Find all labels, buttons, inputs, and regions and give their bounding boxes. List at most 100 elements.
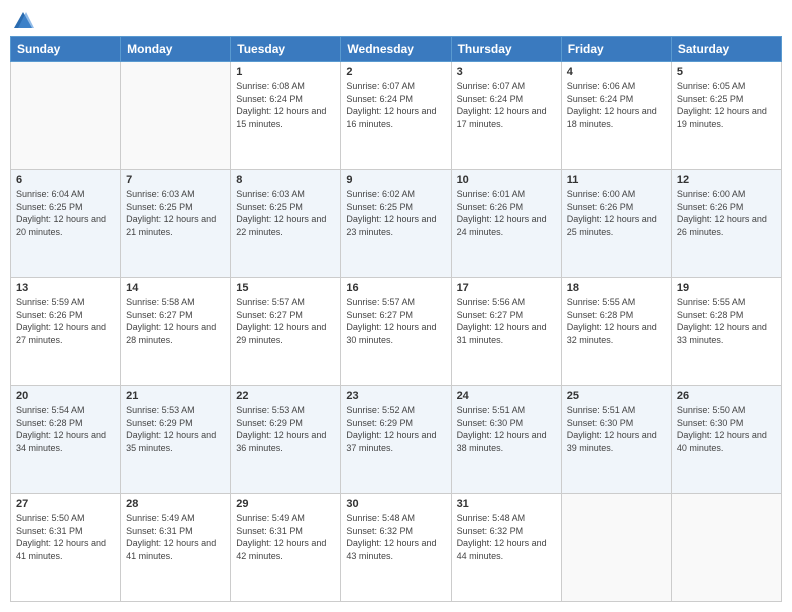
day-number: 9 bbox=[346, 174, 445, 186]
weekday-saturday: Saturday bbox=[671, 37, 781, 62]
day-info: Sunrise: 5:58 AM Sunset: 6:27 PM Dayligh… bbox=[126, 296, 225, 346]
day-number: 26 bbox=[677, 390, 776, 402]
calendar-cell: 8 Sunrise: 6:03 AM Sunset: 6:25 PM Daylig… bbox=[231, 170, 341, 278]
calendar-cell: 31 Sunrise: 5:48 AM Sunset: 6:32 PM Dayli… bbox=[451, 494, 561, 602]
weekday-header-row: SundayMondayTuesdayWednesdayThursdayFrid… bbox=[11, 37, 782, 62]
calendar-cell: 11 Sunrise: 6:00 AM Sunset: 6:26 PM Dayli… bbox=[561, 170, 671, 278]
day-number: 22 bbox=[236, 390, 335, 402]
day-number: 23 bbox=[346, 390, 445, 402]
weekday-thursday: Thursday bbox=[451, 37, 561, 62]
calendar-cell: 12 Sunrise: 6:00 AM Sunset: 6:26 PM Dayli… bbox=[671, 170, 781, 278]
day-number: 15 bbox=[236, 282, 335, 294]
calendar-cell: 18 Sunrise: 5:55 AM Sunset: 6:28 PM Dayli… bbox=[561, 278, 671, 386]
day-number: 21 bbox=[126, 390, 225, 402]
day-number: 31 bbox=[457, 498, 556, 510]
calendar-cell: 15Sunrise: 5:57 AM Sunset: 6:27 PM Dayli… bbox=[231, 278, 341, 386]
day-info: Sunrise: 6:03 AM Sunset: 6:25 PM Dayligh… bbox=[236, 188, 335, 238]
weekday-sunday: Sunday bbox=[11, 37, 121, 62]
calendar-cell: 17 Sunrise: 5:56 AM Sunset: 6:27 PM Dayli… bbox=[451, 278, 561, 386]
day-info: Sunrise: 6:08 AM Sunset: 6:24 PM Dayligh… bbox=[236, 80, 335, 130]
day-info: Sunrise: 5:52 AM Sunset: 6:29 PM Dayligh… bbox=[346, 404, 445, 454]
day-number: 10 bbox=[457, 174, 556, 186]
day-info: Sunrise: 6:00 AM Sunset: 6:26 PM Dayligh… bbox=[677, 188, 776, 238]
calendar-cell bbox=[11, 62, 121, 170]
calendar-cell: 20 Sunrise: 5:54 AM Sunset: 6:28 PM Dayli… bbox=[11, 386, 121, 494]
day-info: Sunrise: 5:48 AM Sunset: 6:32 PM Dayligh… bbox=[346, 512, 445, 562]
calendar-cell: 26 Sunrise: 5:50 AM Sunset: 6:30 PM Dayli… bbox=[671, 386, 781, 494]
day-number: 17 bbox=[457, 282, 556, 294]
day-number: 29 bbox=[236, 498, 335, 510]
calendar-cell: 13Sunrise: 5:59 AM Sunset: 6:26 PM Dayli… bbox=[11, 278, 121, 386]
calendar-cell: 6 Sunrise: 6:04 AM Sunset: 6:25 PM Daylig… bbox=[11, 170, 121, 278]
day-number: 11 bbox=[567, 174, 666, 186]
day-number: 2 bbox=[346, 66, 445, 78]
day-info: Sunrise: 5:57 AM Sunset: 6:27 PM Dayligh… bbox=[346, 296, 445, 346]
calendar-cell: 1 Sunrise: 6:08 AM Sunset: 6:24 PM Daylig… bbox=[231, 62, 341, 170]
calendar-cell: 2 Sunrise: 6:07 AM Sunset: 6:24 PM Daylig… bbox=[341, 62, 451, 170]
week-row-4: 20 Sunrise: 5:54 AM Sunset: 6:28 PM Dayli… bbox=[11, 386, 782, 494]
day-number: 19 bbox=[677, 282, 776, 294]
day-number: 18 bbox=[567, 282, 666, 294]
calendar-cell bbox=[121, 62, 231, 170]
calendar-cell: 14 Sunrise: 5:58 AM Sunset: 6:27 PM Dayli… bbox=[121, 278, 231, 386]
calendar-cell: 21Sunrise: 5:53 AM Sunset: 6:29 PM Dayli… bbox=[121, 386, 231, 494]
day-number: 16 bbox=[346, 282, 445, 294]
calendar-cell: 27Sunrise: 5:50 AM Sunset: 6:31 PM Dayli… bbox=[11, 494, 121, 602]
day-info: Sunrise: 5:51 AM Sunset: 6:30 PM Dayligh… bbox=[567, 404, 666, 454]
week-row-3: 13Sunrise: 5:59 AM Sunset: 6:26 PM Dayli… bbox=[11, 278, 782, 386]
day-info: Sunrise: 5:49 AM Sunset: 6:31 PM Dayligh… bbox=[236, 512, 335, 562]
calendar-cell: 30 Sunrise: 5:48 AM Sunset: 6:32 PM Dayli… bbox=[341, 494, 451, 602]
day-info: Sunrise: 6:06 AM Sunset: 6:24 PM Dayligh… bbox=[567, 80, 666, 130]
day-number: 14 bbox=[126, 282, 225, 294]
page: SundayMondayTuesdayWednesdayThursdayFrid… bbox=[0, 0, 792, 612]
day-number: 6 bbox=[16, 174, 115, 186]
calendar-cell: 28 Sunrise: 5:49 AM Sunset: 6:31 PM Dayli… bbox=[121, 494, 231, 602]
day-number: 25 bbox=[567, 390, 666, 402]
weekday-tuesday: Tuesday bbox=[231, 37, 341, 62]
day-number: 13 bbox=[16, 282, 115, 294]
day-number: 4 bbox=[567, 66, 666, 78]
calendar-cell: 25 Sunrise: 5:51 AM Sunset: 6:30 PM Dayli… bbox=[561, 386, 671, 494]
day-info: Sunrise: 5:56 AM Sunset: 6:27 PM Dayligh… bbox=[457, 296, 556, 346]
day-info: Sunrise: 6:04 AM Sunset: 6:25 PM Dayligh… bbox=[16, 188, 115, 238]
calendar-cell: 7Sunrise: 6:03 AM Sunset: 6:25 PM Daylig… bbox=[121, 170, 231, 278]
day-info: Sunrise: 5:54 AM Sunset: 6:28 PM Dayligh… bbox=[16, 404, 115, 454]
calendar-cell: 5 Sunrise: 6:05 AM Sunset: 6:25 PM Daylig… bbox=[671, 62, 781, 170]
day-info: Sunrise: 5:53 AM Sunset: 6:29 PM Dayligh… bbox=[236, 404, 335, 454]
day-number: 5 bbox=[677, 66, 776, 78]
day-info: Sunrise: 6:00 AM Sunset: 6:26 PM Dayligh… bbox=[567, 188, 666, 238]
weekday-monday: Monday bbox=[121, 37, 231, 62]
week-row-5: 27Sunrise: 5:50 AM Sunset: 6:31 PM Dayli… bbox=[11, 494, 782, 602]
day-info: Sunrise: 6:07 AM Sunset: 6:24 PM Dayligh… bbox=[346, 80, 445, 130]
day-info: Sunrise: 5:55 AM Sunset: 6:28 PM Dayligh… bbox=[567, 296, 666, 346]
day-number: 12 bbox=[677, 174, 776, 186]
calendar-cell: 10 Sunrise: 6:01 AM Sunset: 6:26 PM Dayli… bbox=[451, 170, 561, 278]
day-info: Sunrise: 6:07 AM Sunset: 6:24 PM Dayligh… bbox=[457, 80, 556, 130]
day-info: Sunrise: 5:49 AM Sunset: 6:31 PM Dayligh… bbox=[126, 512, 225, 562]
weekday-wednesday: Wednesday bbox=[341, 37, 451, 62]
logo-icon bbox=[12, 10, 34, 32]
calendar-cell bbox=[561, 494, 671, 602]
week-row-1: 1 Sunrise: 6:08 AM Sunset: 6:24 PM Daylig… bbox=[11, 62, 782, 170]
day-info: Sunrise: 5:48 AM Sunset: 6:32 PM Dayligh… bbox=[457, 512, 556, 562]
logo bbox=[10, 10, 34, 28]
calendar-cell bbox=[671, 494, 781, 602]
weekday-friday: Friday bbox=[561, 37, 671, 62]
day-number: 1 bbox=[236, 66, 335, 78]
day-info: Sunrise: 5:55 AM Sunset: 6:28 PM Dayligh… bbox=[677, 296, 776, 346]
day-number: 20 bbox=[16, 390, 115, 402]
day-info: Sunrise: 6:02 AM Sunset: 6:25 PM Dayligh… bbox=[346, 188, 445, 238]
day-number: 28 bbox=[126, 498, 225, 510]
calendar-cell: 22 Sunrise: 5:53 AM Sunset: 6:29 PM Dayli… bbox=[231, 386, 341, 494]
day-number: 30 bbox=[346, 498, 445, 510]
calendar-cell: 24Sunrise: 5:51 AM Sunset: 6:30 PM Dayli… bbox=[451, 386, 561, 494]
day-number: 8 bbox=[236, 174, 335, 186]
calendar-cell: 29 Sunrise: 5:49 AM Sunset: 6:31 PM Dayli… bbox=[231, 494, 341, 602]
day-info: Sunrise: 5:50 AM Sunset: 6:30 PM Dayligh… bbox=[677, 404, 776, 454]
day-number: 24 bbox=[457, 390, 556, 402]
calendar-cell: 9 Sunrise: 6:02 AM Sunset: 6:25 PM Daylig… bbox=[341, 170, 451, 278]
day-info: Sunrise: 6:01 AM Sunset: 6:26 PM Dayligh… bbox=[457, 188, 556, 238]
day-info: Sunrise: 6:03 AM Sunset: 6:25 PM Dayligh… bbox=[126, 188, 225, 238]
day-info: Sunrise: 6:05 AM Sunset: 6:25 PM Dayligh… bbox=[677, 80, 776, 130]
week-row-2: 6 Sunrise: 6:04 AM Sunset: 6:25 PM Daylig… bbox=[11, 170, 782, 278]
